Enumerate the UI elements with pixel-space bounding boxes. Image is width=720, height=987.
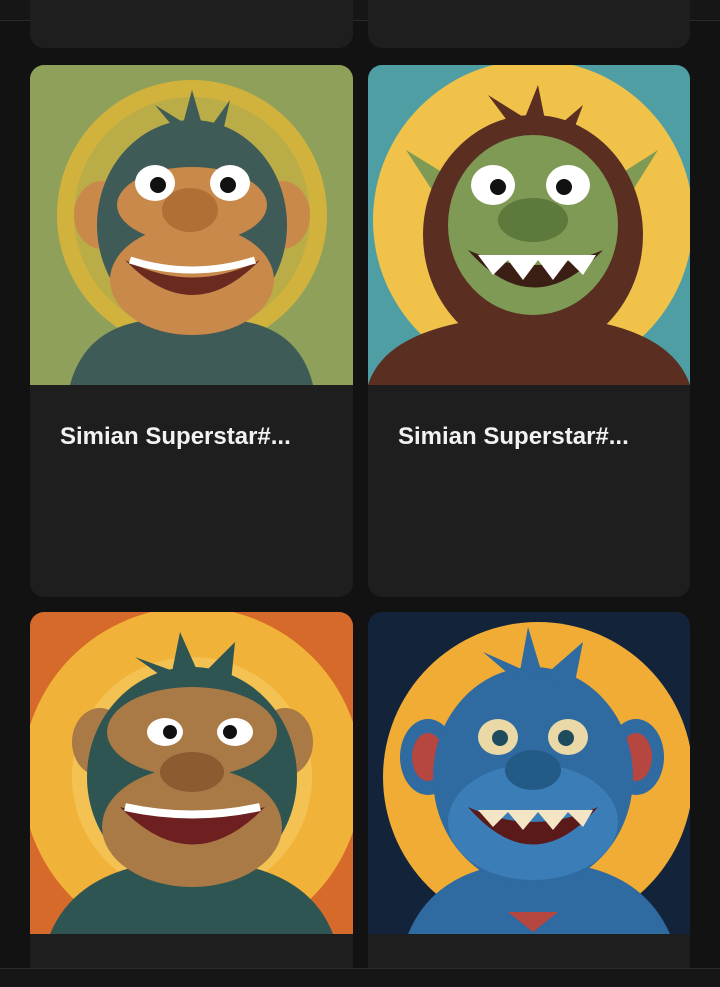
nft-card[interactable]: Simian Superstar#... <box>368 65 690 597</box>
green-ape-portrait-image[interactable] <box>30 65 353 385</box>
nft-card[interactable]: Simian Superstar#... <box>30 65 353 597</box>
nft-card-partial-left[interactable] <box>30 0 353 48</box>
bottom-edge-bar <box>0 968 720 987</box>
nft-gallery-page: Simian Superstar#... Simian Superstar#..… <box>0 0 720 987</box>
ogre-ape-portrait-image[interactable] <box>368 65 690 385</box>
nft-card-partial-right[interactable] <box>368 0 690 48</box>
nft-card[interactable] <box>368 612 690 987</box>
blue-ape-portrait-image[interactable] <box>368 612 690 934</box>
angry-ape-portrait-image[interactable] <box>30 612 353 934</box>
nft-card-title: Simian Superstar#... <box>398 423 629 450</box>
nft-card-title: Simian Superstar#... <box>60 423 291 450</box>
nft-card[interactable] <box>30 612 353 987</box>
